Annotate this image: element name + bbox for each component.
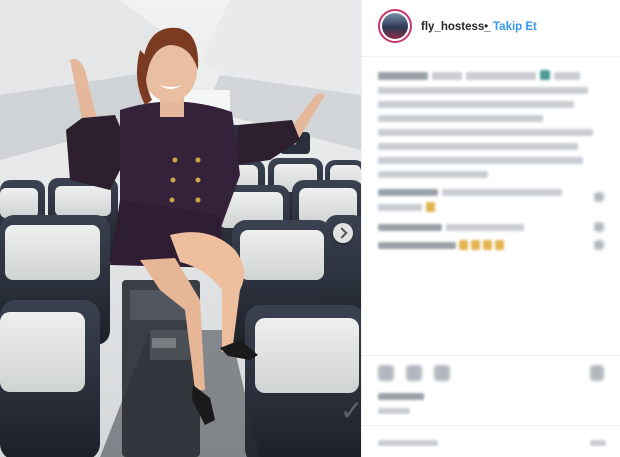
heart-icon[interactable] [378,365,394,381]
post-sidebar: fly_hostess_ • Takip Et [361,0,620,457]
header-separator: • [484,19,489,33]
post-header: fly_hostess_ • Takip Et [362,0,620,57]
username-link[interactable]: fly_hostess_ [421,21,491,33]
cabin-photo-illustration: ✓ [0,0,361,457]
avatar[interactable] [378,9,412,43]
svg-text:✓: ✓ [340,395,361,426]
follow-button[interactable]: Takip Et [493,21,537,33]
actions-divider [362,355,620,356]
post-photo[interactable]: ✓ [0,0,361,457]
share-icon[interactable] [434,365,450,381]
instagram-post: ✓ fly_hostess_ • Takip Et [0,0,620,457]
next-photo-button[interactable] [333,223,353,243]
comment-box-divider [362,425,620,426]
comment-icon[interactable] [406,365,422,381]
bookmark-icon[interactable] [590,365,604,381]
avatar-image [382,13,408,39]
chevron-right-icon [335,227,348,239]
